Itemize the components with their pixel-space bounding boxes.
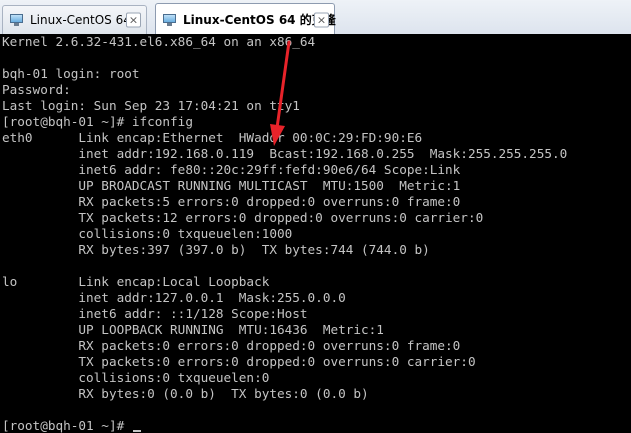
terminal-line: lo Link encap:Local Loopback [2,274,270,289]
terminal-line: RX bytes:397 (397.0 b) TX bytes:744 (744… [2,242,430,257]
tab-linux-centos-64[interactable]: Linux-CentOS 64 × [2,5,147,34]
shell-prompt: [root@bqh-01 ~]# [2,418,132,433]
terminal-line: [root@bqh-01 ~]# ifconfig [2,114,193,129]
terminal-line: inet addr:192.168.0.119 Bcast:192.168.0.… [2,146,568,161]
terminal-line: UP BROADCAST RUNNING MULTICAST MTU:1500 … [2,178,461,193]
vm-tab-bar: Linux-CentOS 64 × Linux-CentOS 64 的克隆 × [0,0,631,35]
vm-monitor-icon [162,13,178,27]
terminal-line: collisions:0 txqueuelen:0 [2,370,270,385]
vm-console-terminal[interactable]: Kernel 2.6.32-431.el6.x86_64 on an x86_6… [0,34,631,433]
terminal-line: RX packets:0 errors:0 dropped:0 overruns… [2,338,461,353]
tab-label: Linux-CentOS 64 [30,13,131,27]
terminal-line: Password: [2,82,71,97]
close-tab-icon[interactable]: × [314,12,329,27]
tab-label: Linux-CentOS 64 的克隆 [183,13,336,27]
tab-linux-centos-64-clone[interactable]: Linux-CentOS 64 的克隆 × [155,3,336,35]
terminal-line: RX packets:5 errors:0 dropped:0 overruns… [2,194,461,209]
vm-monitor-icon [9,13,25,27]
terminal-line: inet6 addr: fe80::20c:29ff:fefd:90e6/64 … [2,162,461,177]
terminal-prompt-line[interactable]: [root@bqh-01 ~]# [2,418,141,433]
close-tab-icon[interactable]: × [126,12,141,28]
terminal-line: bqh-01 login: root [2,66,140,81]
terminal-line: Last login: Sun Sep 23 17:04:21 on tty1 [2,98,300,113]
terminal-line: collisions:0 txqueuelen:1000 [2,226,293,241]
terminal-line: TX packets:0 errors:0 dropped:0 overruns… [2,354,476,369]
terminal-line: TX packets:12 errors:0 dropped:0 overrun… [2,210,484,225]
terminal-line: Kernel 2.6.32-431.el6.x86_64 on an x86_6… [2,34,316,49]
terminal-line: RX bytes:0 (0.0 b) TX bytes:0 (0.0 b) [2,386,369,401]
terminal-line: inet6 addr: ::1/128 Scope:Host [2,306,308,321]
text-cursor [132,430,141,432]
terminal-line: inet addr:127.0.0.1 Mask:255.0.0.0 [2,290,346,305]
terminal-line: eth0 Link encap:Ethernet HWaddr 00:0C:29… [2,130,423,145]
terminal-line: UP LOOPBACK RUNNING MTU:16436 Metric:1 [2,322,384,337]
